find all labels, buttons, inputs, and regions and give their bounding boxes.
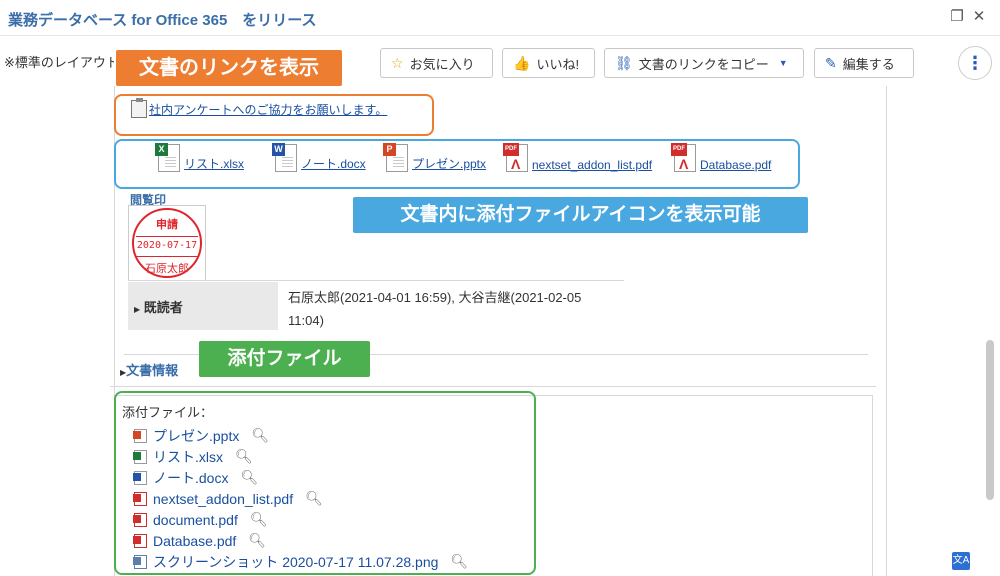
inline-file-link[interactable]: プレゼン.pptx bbox=[412, 155, 486, 172]
inline-file-xlsx[interactable]: X リスト.xlsx bbox=[155, 143, 244, 172]
inline-file-link[interactable]: nextset_addon_list.pdf bbox=[532, 158, 652, 172]
triangle-right-icon: ▶ bbox=[134, 305, 141, 314]
pdf-file-icon bbox=[133, 512, 147, 527]
inline-file-docx[interactable]: W ノート.docx bbox=[272, 143, 366, 172]
copy-link-button[interactable]: ⛓ 文書のリンクをコピー ▼ bbox=[604, 48, 804, 78]
edit-label: 編集する bbox=[842, 56, 895, 72]
copy-link-label: 文書のリンクをコピー bbox=[638, 56, 769, 72]
attachment-link[interactable]: Database.pdf bbox=[153, 533, 236, 549]
inline-file-pdf-1[interactable]: PDF Ʌ nextset_addon_list.pdf bbox=[503, 143, 652, 172]
pdf-file-icon bbox=[133, 533, 147, 548]
readers-value: 石原太郎(2021-04-01 16:59), 大谷吉継(2021-02-05 … bbox=[288, 290, 582, 328]
like-label: いいね! bbox=[536, 56, 580, 72]
inline-file-link[interactable]: Database.pdf bbox=[700, 158, 771, 172]
readers-top-line bbox=[128, 280, 624, 281]
word-file-icon bbox=[133, 470, 147, 485]
stamp-name: 石原太郎 bbox=[145, 262, 189, 275]
search-icon[interactable]: 🔍︎ bbox=[305, 490, 323, 507]
edit-button[interactable]: ✎ 編集する bbox=[814, 48, 914, 78]
attachment-item[interactable]: Database.pdf 🔍︎ bbox=[133, 530, 468, 551]
search-icon[interactable]: 🔍︎ bbox=[235, 448, 253, 465]
close-icon[interactable]: ✕ bbox=[970, 8, 988, 26]
attachment-item[interactable]: プレゼン.pptx 🔍︎ bbox=[133, 425, 468, 446]
search-icon[interactable]: 🔍︎ bbox=[248, 532, 266, 549]
powerpoint-file-icon: P bbox=[383, 143, 408, 172]
scrollbar-thumb[interactable] bbox=[986, 340, 994, 500]
attachment-link[interactable]: ノート.docx bbox=[153, 468, 228, 488]
favorite-label: お気に入り bbox=[409, 56, 475, 72]
callout-show-icons: 文書内に添付ファイルアイコンを表示可能 bbox=[353, 197, 808, 233]
pdf-file-icon: PDF Ʌ bbox=[671, 143, 696, 172]
inline-file-pdf-2[interactable]: PDF Ʌ Database.pdf bbox=[671, 143, 771, 172]
inline-file-link[interactable]: リスト.xlsx bbox=[184, 155, 244, 172]
image-file-icon bbox=[133, 554, 147, 569]
attachment-item[interactable]: document.pdf 🔍︎ bbox=[133, 509, 468, 530]
attachments-label: 添付ファイル： bbox=[122, 405, 214, 420]
search-icon[interactable]: 🔍︎ bbox=[250, 511, 268, 528]
attach-panel-right bbox=[872, 395, 873, 576]
approval-stamp: 申請 2020-07-17 石原太郎 bbox=[132, 208, 202, 278]
word-file-icon: W bbox=[272, 143, 297, 172]
window-titlebar: 業務データベース for Office 365 をリリース ❐ ✕ bbox=[0, 0, 1000, 36]
search-icon[interactable]: 🔍︎ bbox=[251, 427, 269, 444]
search-icon[interactable]: 🔍︎ bbox=[240, 469, 258, 486]
content-right-border bbox=[886, 86, 887, 576]
restore-icon[interactable]: ❐ bbox=[948, 8, 966, 26]
survey-link-row: 社内アンケートへのご協力をお願いします。 bbox=[131, 98, 387, 118]
attachment-link[interactable]: document.pdf bbox=[153, 512, 238, 528]
pdf-file-icon: PDF Ʌ bbox=[503, 143, 528, 172]
attachment-item[interactable]: nextset_addon_list.pdf 🔍︎ bbox=[133, 488, 468, 509]
layout-label: ※標準のレイアウト bbox=[4, 55, 114, 70]
inline-file-link[interactable]: ノート.docx bbox=[301, 155, 366, 172]
window-title: 業務データベース for Office 365 をリリース bbox=[8, 12, 317, 29]
link-icon: ⛓ bbox=[615, 55, 633, 71]
stamp-date: 2020-07-17 bbox=[136, 240, 198, 251]
thumbs-up-icon: 👍 bbox=[513, 55, 531, 71]
excel-file-icon: X bbox=[155, 143, 180, 172]
search-icon[interactable]: 🔍︎ bbox=[450, 553, 468, 570]
readers-label: 既読者 bbox=[143, 300, 183, 315]
doc-info-toggle[interactable]: ▶文書情報 bbox=[120, 360, 178, 379]
star-icon: ☆ bbox=[391, 55, 404, 71]
attachment-item[interactable]: リスト.xlsx 🔍︎ bbox=[133, 446, 468, 467]
excel-file-icon bbox=[133, 449, 147, 464]
callout-attachments: 添付ファイル bbox=[199, 341, 370, 377]
pdf-file-icon bbox=[133, 491, 147, 506]
favorite-button[interactable]: ☆ お気に入り bbox=[380, 48, 493, 78]
attachment-link[interactable]: nextset_addon_list.pdf bbox=[153, 491, 293, 507]
attachment-link[interactable]: スクリーンショット 2020-07-17 11.07.28.png bbox=[153, 552, 438, 572]
attachment-link[interactable]: プレゼン.pptx bbox=[153, 426, 239, 446]
doc-info-label: 文書情報 bbox=[126, 363, 179, 378]
pencil-icon: ✎ bbox=[825, 55, 837, 71]
attachment-item[interactable]: ノート.docx 🔍︎ bbox=[133, 467, 468, 488]
survey-link[interactable]: 社内アンケートへのご協力をお願いします。 bbox=[149, 101, 387, 118]
attachment-item[interactable]: スクリーンショット 2020-07-17 11.07.28.png 🔍︎ bbox=[133, 551, 468, 572]
powerpoint-file-icon bbox=[133, 428, 147, 443]
attachment-link[interactable]: リスト.xlsx bbox=[153, 447, 223, 467]
inline-file-pptx[interactable]: P プレゼン.pptx bbox=[383, 143, 486, 172]
stamp-line-1: 申請 bbox=[156, 218, 178, 231]
callout-show-link: 文書のリンクを表示 bbox=[116, 50, 342, 86]
doc-info-bottom-line bbox=[110, 386, 876, 387]
kebab-menu-icon[interactable]: ⋮ bbox=[958, 46, 992, 80]
stamp-box: 申請 2020-07-17 石原太郎 bbox=[128, 205, 206, 281]
chevron-down-icon: ▼ bbox=[778, 58, 788, 68]
translate-icon[interactable]: 文A bbox=[952, 552, 970, 570]
clipboard-icon bbox=[131, 98, 147, 118]
like-button[interactable]: 👍 いいね! bbox=[502, 48, 595, 78]
attachment-list: プレゼン.pptx 🔍︎ リスト.xlsx 🔍︎ ノート.docx 🔍︎ nex… bbox=[133, 425, 468, 572]
readers-header: ▶ 既読者 bbox=[128, 282, 278, 330]
